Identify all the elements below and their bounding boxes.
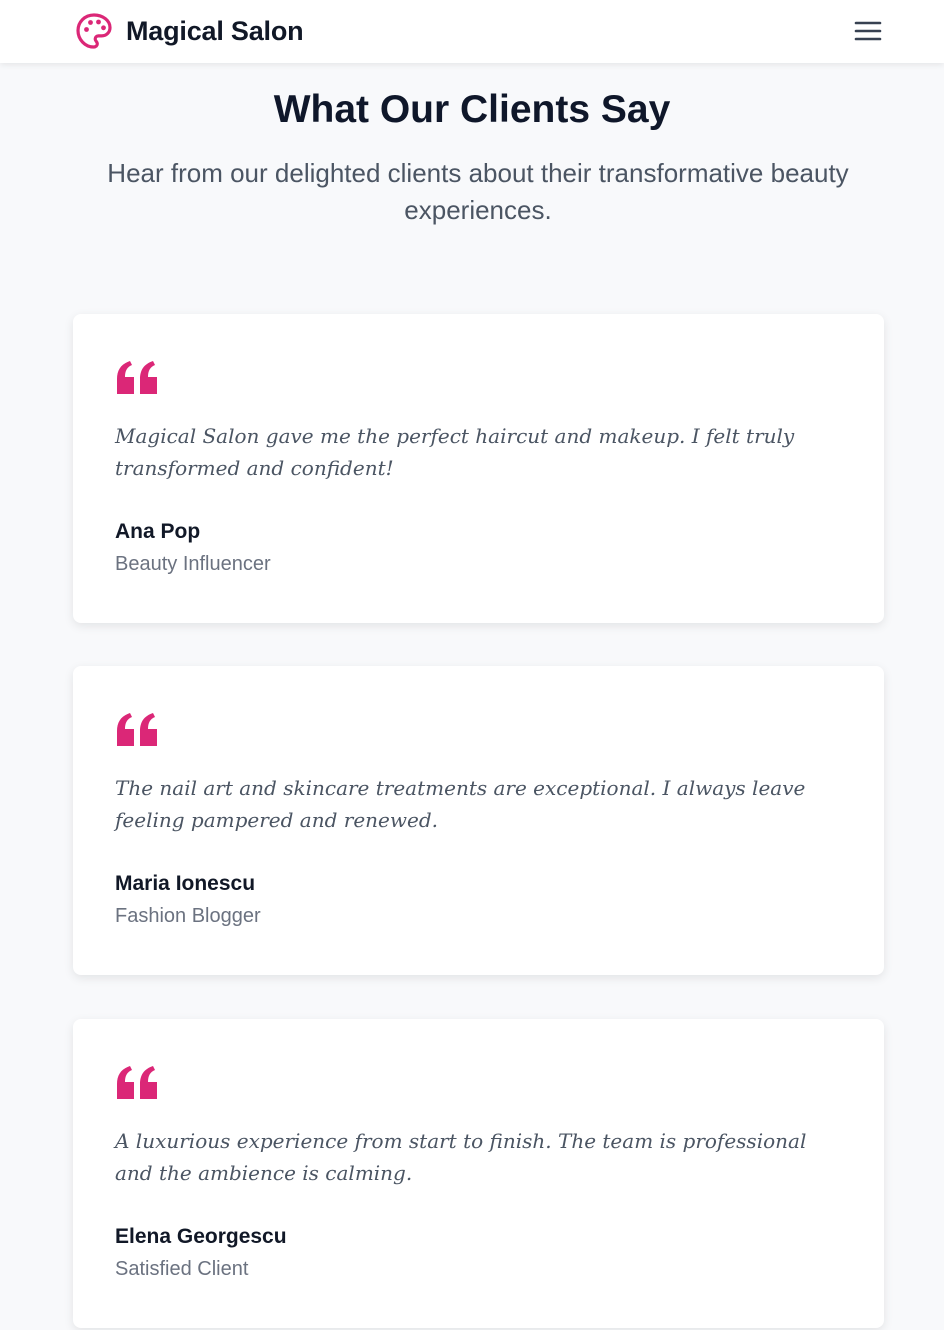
section-title: What Our Clients Say <box>273 88 671 131</box>
testimonial-card: The nail art and skincare treatments are… <box>73 666 884 975</box>
testimonial-quote: Magical Salon gave me the perfect haircu… <box>115 424 795 480</box>
palette-icon <box>76 13 112 49</box>
brand-link[interactable]: Magical Salon <box>74 11 304 51</box>
menu-button[interactable] <box>852 17 884 47</box>
quote-icon <box>117 1066 157 1099</box>
quote-icon <box>117 361 157 394</box>
testimonial-card: A luxurious experience from start to fin… <box>73 1019 884 1328</box>
client-name: Ana Pop <box>115 520 201 543</box>
client-role: Fashion Blogger <box>115 905 261 927</box>
testimonial-quote: A luxurious experience from start to fin… <box>115 1129 807 1185</box>
client-name: Maria Ionescu <box>115 872 256 895</box>
testimonial-card: Magical Salon gave me the perfect haircu… <box>73 314 884 623</box>
top-navbar: Magical Salon <box>0 0 944 63</box>
client-role: Beauty Influencer <box>115 553 271 575</box>
brand-name: Magical Salon <box>126 15 304 46</box>
hamburger-menu-icon <box>854 21 882 41</box>
section-subtitle: Hear from our delighted clients about th… <box>107 158 849 225</box>
client-role: Satisfied Client <box>115 1258 249 1280</box>
quote-icon <box>117 713 157 746</box>
client-name: Elena Georgescu <box>115 1225 287 1248</box>
testimonial-quote: The nail art and skincare treatments are… <box>115 776 806 832</box>
